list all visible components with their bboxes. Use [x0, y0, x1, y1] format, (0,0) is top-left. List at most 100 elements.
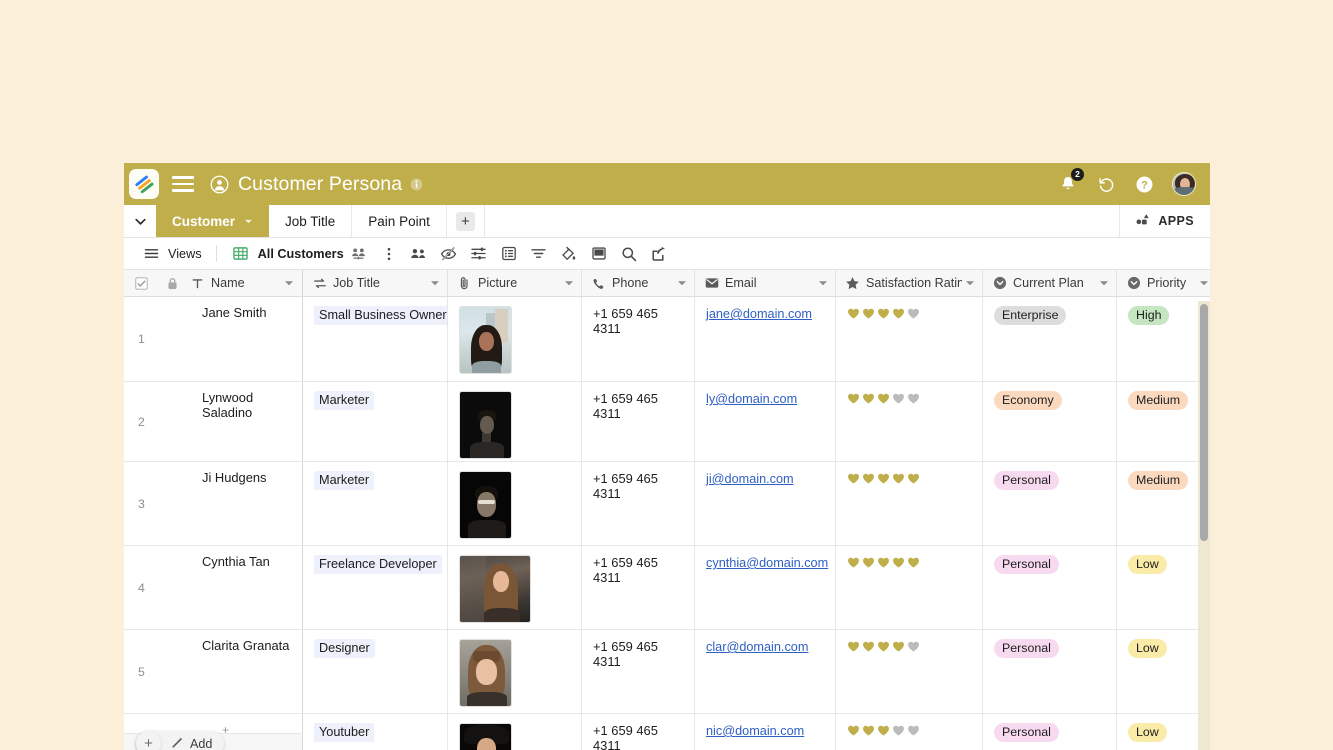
column-header-current-plan[interactable]: Current Plan — [983, 270, 1117, 296]
cell-picture[interactable] — [448, 714, 582, 750]
heart-icon[interactable] — [862, 307, 875, 320]
heart-icon[interactable] — [907, 307, 920, 320]
apps-button[interactable]: APPS — [1119, 205, 1210, 237]
heart-icon[interactable] — [877, 640, 890, 653]
heart-icon[interactable] — [847, 724, 860, 737]
heart-icon[interactable] — [862, 472, 875, 485]
rating-hearts[interactable] — [847, 723, 973, 737]
heart-icon[interactable] — [877, 724, 890, 737]
avatar[interactable] — [1172, 172, 1196, 196]
heart-icon[interactable] — [892, 640, 905, 653]
cell-email[interactable]: clar@domain.com — [695, 630, 836, 713]
table-row[interactable]: 5 Clarita Granata Designer +1 659 465 43… — [124, 630, 1210, 714]
row-height-icon[interactable] — [589, 244, 609, 264]
column-header-priority[interactable]: Priority — [1117, 270, 1210, 296]
cell-picture[interactable] — [448, 382, 582, 461]
cell-email[interactable]: jane@domain.com — [695, 297, 836, 381]
cell-email[interactable]: cynthia@domain.com — [695, 546, 836, 629]
cell-job-title[interactable]: Youtuber — [303, 714, 448, 750]
cell-phone[interactable]: +1 659 465 4311 — [582, 297, 695, 381]
cell-current-plan[interactable]: Economy — [983, 382, 1117, 461]
airtable-logo-icon[interactable] — [129, 169, 159, 199]
search-icon[interactable] — [619, 244, 639, 264]
cell-satisfaction-rating[interactable] — [836, 714, 983, 750]
cell-satisfaction-rating[interactable] — [836, 630, 983, 713]
chevron-down-icon[interactable] — [422, 278, 440, 288]
color-icon[interactable] — [559, 244, 579, 264]
cell-email[interactable]: ji@domain.com — [695, 462, 836, 545]
chevron-down-icon[interactable] — [284, 278, 294, 288]
cell-satisfaction-rating[interactable] — [836, 297, 983, 381]
table-row[interactable]: 2 Lynwood Saladino Marketer +1 659 465 4… — [124, 382, 1210, 462]
cell-phone[interactable]: +1 659 465 4311 — [582, 630, 695, 713]
email-link[interactable]: cynthia@domain.com — [706, 556, 828, 570]
heart-icon[interactable] — [907, 472, 920, 485]
row-primary-cell[interactable]: 3 Ji Hudgens — [124, 462, 303, 545]
rating-hearts[interactable] — [847, 639, 973, 653]
cell-job-title[interactable]: Marketer — [303, 382, 448, 461]
heart-icon[interactable] — [907, 392, 920, 405]
cell-current-plan[interactable]: Personal — [983, 546, 1117, 629]
heart-icon[interactable] — [907, 640, 920, 653]
cell-picture[interactable] — [448, 462, 582, 545]
heart-icon[interactable] — [892, 307, 905, 320]
cell-phone[interactable]: +1 659 465 4311 — [582, 462, 695, 545]
heart-icon[interactable] — [862, 392, 875, 405]
group-records-icon[interactable] — [499, 244, 519, 264]
rating-hearts[interactable] — [847, 391, 973, 405]
heart-icon[interactable] — [847, 472, 860, 485]
heart-icon[interactable] — [847, 640, 860, 653]
heart-icon[interactable] — [892, 556, 905, 569]
table-row[interactable]: Youtuber +1 659 465 4311 nic@domain.com … — [124, 714, 1210, 750]
table-row[interactable]: 3 Ji Hudgens Marketer +1 659 465 4311 ji… — [124, 462, 1210, 546]
cell-current-plan[interactable]: Personal — [983, 462, 1117, 545]
share-view-icon[interactable] — [649, 244, 669, 264]
heart-icon[interactable] — [892, 392, 905, 405]
cell-phone[interactable]: +1 659 465 4311 — [582, 714, 695, 750]
cell-current-plan[interactable]: Personal — [983, 630, 1117, 713]
more-options-icon[interactable] — [379, 244, 399, 264]
heart-icon[interactable] — [877, 556, 890, 569]
current-view-button[interactable]: All Customers — [224, 241, 374, 267]
table-row[interactable]: 4 Cynthia Tan Freelance Developer +1 659… — [124, 546, 1210, 630]
heart-icon[interactable] — [907, 556, 920, 569]
add-table-button[interactable]: + — [455, 211, 475, 231]
heart-icon[interactable] — [892, 724, 905, 737]
cell-picture[interactable] — [448, 297, 582, 381]
cell-satisfaction-rating[interactable] — [836, 546, 983, 629]
email-link[interactable]: ly@domain.com — [706, 392, 797, 406]
heart-icon[interactable] — [877, 307, 890, 320]
cell-priority[interactable]: Low — [1117, 714, 1210, 750]
history-undo-icon[interactable] — [1096, 174, 1116, 194]
attachment-thumbnail[interactable] — [459, 639, 512, 707]
chevron-down-icon[interactable] — [1091, 278, 1109, 288]
tab-job-title[interactable]: Job Title — [269, 205, 353, 237]
filter-settings-icon[interactable] — [469, 244, 489, 264]
email-link[interactable]: ji@domain.com — [706, 472, 794, 486]
hide-fields-icon[interactable] — [439, 244, 459, 264]
chevron-down-icon[interactable] — [669, 278, 687, 288]
table-row[interactable]: 1 Jane Smith Small Business Owner +1 659… — [124, 297, 1210, 382]
heart-icon[interactable] — [862, 724, 875, 737]
column-header-email[interactable]: Email — [695, 270, 836, 296]
email-link[interactable]: jane@domain.com — [706, 307, 812, 321]
views-button[interactable]: Views — [134, 241, 209, 267]
email-link[interactable]: clar@domain.com — [706, 640, 808, 654]
row-primary-cell[interactable]: 5 Clarita Granata — [124, 630, 303, 713]
heart-icon[interactable] — [877, 472, 890, 485]
rating-hearts[interactable] — [847, 471, 973, 485]
chevron-down-icon[interactable] — [244, 214, 253, 229]
hamburger-menu-icon[interactable] — [172, 176, 194, 192]
heart-icon[interactable] — [892, 472, 905, 485]
attachment-thumbnail[interactable] — [459, 391, 512, 459]
chevron-down-icon[interactable] — [1191, 278, 1209, 288]
heart-icon[interactable] — [847, 392, 860, 405]
cell-picture[interactable] — [448, 546, 582, 629]
cell-priority[interactable]: High — [1117, 297, 1210, 381]
column-header-satisfaction-rating[interactable]: Satisfaction Rating — [836, 270, 983, 296]
cell-satisfaction-rating[interactable] — [836, 382, 983, 461]
plus-icon[interactable]: + — [136, 731, 161, 750]
cell-priority[interactable]: Medium — [1117, 382, 1210, 461]
collaborators-icon[interactable] — [409, 244, 429, 264]
chevron-down-icon[interactable] — [556, 278, 574, 288]
